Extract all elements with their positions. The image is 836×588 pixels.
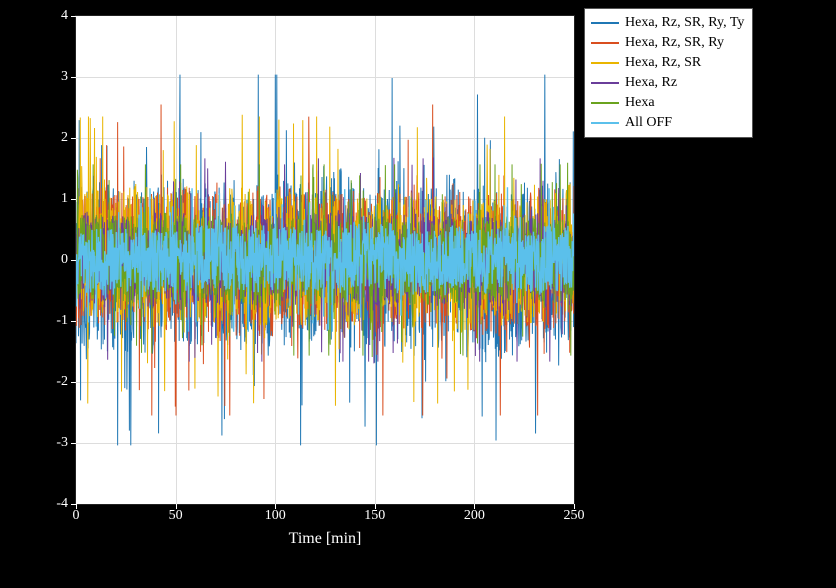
legend-swatch [591, 22, 619, 24]
x-tick-label: 100 [265, 508, 286, 524]
legend: Hexa, Rz, SR, Ry, Ty Hexa, Rz, SR, Ry He… [584, 8, 753, 138]
y-tick-label: -1 [56, 313, 68, 329]
legend-entry: Hexa [591, 93, 744, 113]
legend-entry: All OFF [591, 113, 744, 133]
legend-label: Hexa [625, 95, 655, 111]
legend-label: All OFF [625, 115, 672, 131]
legend-swatch [591, 62, 619, 64]
y-tick-label: -2 [56, 374, 68, 390]
chart-traces [76, 16, 574, 504]
x-tick-label: 250 [564, 508, 585, 524]
legend-label: Hexa, Rz, SR, Ry, Ty [625, 15, 744, 31]
y-tick-label: 1 [61, 191, 68, 207]
legend-swatch [591, 122, 619, 124]
legend-label: Hexa, Rz, SR [625, 55, 701, 71]
x-tick-label: 50 [169, 508, 183, 524]
y-tick-label: 2 [61, 130, 68, 146]
x-tick-label: 150 [364, 508, 385, 524]
legend-entry: Hexa, Rz, SR, Ry [591, 33, 744, 53]
legend-label: Hexa, Rz, SR, Ry [625, 35, 724, 51]
legend-swatch [591, 102, 619, 104]
x-tick-label: 0 [73, 508, 80, 524]
x-tick-label: 200 [464, 508, 485, 524]
y-tick-label: -3 [56, 435, 68, 451]
y-tick-label: 4 [61, 8, 68, 24]
legend-entry: Hexa, Rz [591, 73, 744, 93]
legend-entry: Hexa, Rz, SR [591, 53, 744, 73]
legend-entry: Hexa, Rz, SR, Ry, Ty [591, 13, 744, 33]
x-axis-label: Time [min] [289, 530, 362, 548]
legend-swatch [591, 42, 619, 44]
figure: 0 50 100 150 200 250 -4 -3 -2 -1 0 1 2 3… [0, 0, 836, 588]
plot-area: 0 50 100 150 200 250 -4 -3 -2 -1 0 1 2 3… [75, 15, 575, 505]
y-tick-label: 0 [61, 252, 68, 268]
legend-swatch [591, 82, 619, 84]
y-tick-label: 3 [61, 69, 68, 85]
y-tick-label: -4 [56, 496, 68, 512]
legend-label: Hexa, Rz [625, 75, 677, 91]
